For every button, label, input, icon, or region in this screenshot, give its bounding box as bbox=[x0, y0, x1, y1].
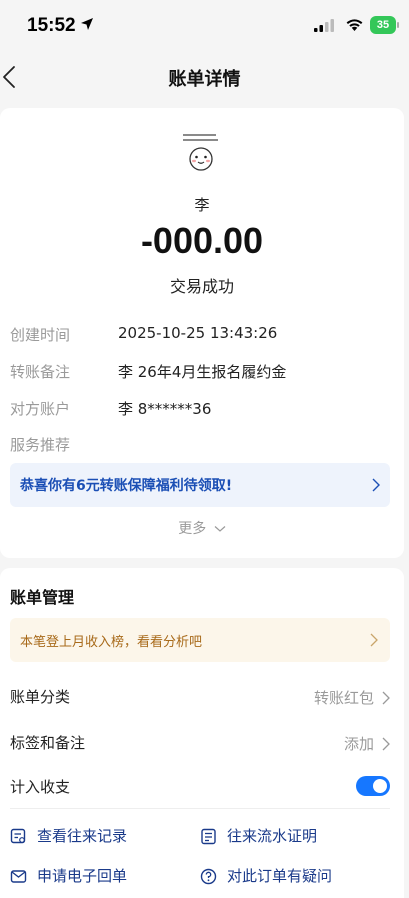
transfer-protection-promo[interactable]: 恭喜你有6元转账保障福利待领取! bbox=[10, 463, 390, 507]
detail-label: 转账备注 bbox=[10, 363, 71, 381]
chevron-right-icon bbox=[382, 737, 390, 751]
chevron-down-icon bbox=[214, 526, 226, 532]
row-label: 账单分类 bbox=[10, 688, 71, 706]
transaction-status: 交易成功 bbox=[169, 277, 234, 296]
transaction-amount: -000.00 bbox=[140, 220, 264, 261]
toggle-knob bbox=[373, 779, 387, 793]
tags-notes-row[interactable]: 标签和备注 添加 bbox=[10, 732, 390, 756]
location-arrow-icon bbox=[81, 18, 93, 30]
row-label: 计入收支 bbox=[10, 778, 71, 796]
more-button[interactable]: 更多 bbox=[0, 518, 404, 538]
chevron-right-icon bbox=[370, 633, 378, 647]
question-icon bbox=[200, 868, 217, 885]
records-icon bbox=[10, 828, 26, 844]
section-title: 账单管理 bbox=[10, 588, 75, 607]
avatar bbox=[178, 130, 224, 176]
battery-cap bbox=[397, 22, 399, 28]
bill-management-card: 账单管理 本笔登上月收入榜，看看分析吧 账单分类 转账红包 标签和备注 添加 计… bbox=[0, 568, 404, 898]
detail-label: 服务推荐 bbox=[10, 436, 71, 454]
action-label: 申请电子回单 bbox=[37, 867, 128, 885]
chevron-right-icon bbox=[372, 478, 380, 492]
more-label: 更多 bbox=[178, 521, 207, 537]
wifi-icon bbox=[346, 19, 363, 31]
detail-value: 2025-10-25 13:43:26 bbox=[118, 324, 278, 342]
statement-icon bbox=[201, 828, 216, 845]
battery-indicator: 35 bbox=[370, 16, 400, 34]
row-label: 标签和备注 bbox=[10, 734, 86, 752]
divider bbox=[10, 808, 390, 809]
action-label: 查看往来记录 bbox=[37, 827, 128, 845]
status-bar: 15:52 35 bbox=[0, 0, 409, 52]
transaction-card: 李 -000.00 交易成功 创建时间 2025-10-25 13:43:26 … bbox=[0, 108, 404, 558]
detail-value: 李 26年4月生报名履约金 bbox=[118, 363, 287, 381]
battery-level: 35 bbox=[370, 16, 396, 34]
detail-label: 创建时间 bbox=[10, 326, 71, 344]
cellular-signal-icon bbox=[314, 19, 334, 32]
row-value: 转账红包 bbox=[313, 689, 374, 707]
detail-value: 李 8******36 bbox=[118, 400, 212, 418]
action-label: 往来流水证明 bbox=[227, 827, 318, 845]
counterparty-name: 李 bbox=[194, 196, 210, 214]
promo-text: 恭喜你有6元转账保障福利待领取! bbox=[20, 478, 233, 494]
mail-icon bbox=[10, 870, 27, 883]
bill-category-row[interactable]: 账单分类 转账红包 bbox=[10, 686, 390, 710]
tip-text: 本笔登上月收入榜，看看分析吧 bbox=[20, 635, 203, 650]
back-chevron-icon[interactable] bbox=[0, 64, 22, 90]
include-in-stats-row: 计入收支 bbox=[10, 776, 390, 800]
include-in-stats-toggle[interactable] bbox=[356, 776, 390, 796]
nav-bar: 账单详情 bbox=[0, 52, 409, 102]
page-title: 账单详情 bbox=[168, 69, 241, 90]
income-ranking-tip[interactable]: 本笔登上月收入榜，看看分析吧 bbox=[10, 618, 390, 662]
row-value: 添加 bbox=[343, 735, 374, 753]
chevron-right-icon bbox=[382, 691, 390, 705]
detail-label: 对方账户 bbox=[10, 400, 71, 418]
status-time: 15:52 bbox=[27, 15, 76, 36]
action-label: 对此订单有疑问 bbox=[227, 867, 333, 885]
